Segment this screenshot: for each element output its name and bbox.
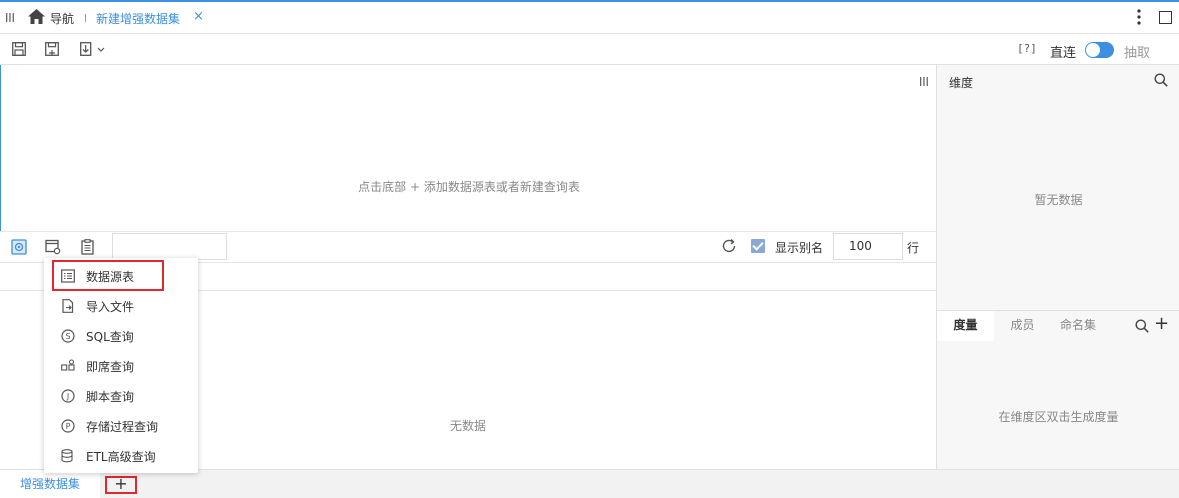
table-settings-icon[interactable]	[45, 239, 61, 255]
add-measure-icon[interactable]: +	[1154, 315, 1169, 333]
tab-member[interactable]: 成员	[994, 311, 1051, 341]
table-list-icon	[61, 269, 75, 283]
tab-separator	[85, 14, 86, 22]
adhoc-query-icon	[61, 359, 75, 371]
stored-procedure-icon: P	[61, 419, 75, 433]
add-table-button[interactable]: +	[105, 476, 137, 494]
design-canvas[interactable]: 点击底部 + 添加数据源表或者新建查询表	[0, 65, 936, 231]
bottom-bar: 增强数据集 +	[0, 469, 1179, 498]
tab-new-dataset[interactable]: 新建增强数据集	[96, 10, 180, 27]
help-button[interactable]: [?]	[1017, 42, 1037, 55]
nav-tab-label[interactable]: 导航	[50, 10, 74, 27]
bottom-tab-dataset[interactable]: 增强数据集	[0, 470, 100, 498]
mode-toggle[interactable]	[1085, 42, 1114, 58]
measure-search-icon[interactable]	[1135, 319, 1149, 333]
maximize-icon[interactable]	[1159, 11, 1172, 24]
menu-item-label: 导入文件	[86, 300, 135, 314]
menu-item-stored-procedure-query[interactable]: P 存储过程查询	[44, 411, 198, 441]
collapse-right-panel-icon[interactable]	[920, 77, 928, 86]
show-alias-checkbox[interactable]	[751, 239, 765, 253]
menu-item-label: 脚本查询	[86, 390, 135, 404]
direct-mode-label: 直连	[1050, 46, 1077, 61]
svg-text:P: P	[66, 422, 71, 431]
menu-item-etl-query[interactable]: ETL高级查询	[44, 441, 198, 471]
sql-query-icon: S	[61, 329, 75, 343]
top-tab-bar: 导航 新建增强数据集 ×	[0, 2, 1179, 34]
dimension-empty-text: 暂无数据	[1034, 193, 1083, 207]
menu-item-label: 存储过程查询	[86, 420, 159, 434]
more-vertical-icon[interactable]	[1137, 9, 1141, 25]
rows-unit-label: 行	[907, 241, 920, 255]
menu-item-adhoc-query[interactable]: 即席查询	[44, 351, 198, 381]
etl-query-icon	[61, 449, 73, 463]
close-tab-icon[interactable]: ×	[193, 10, 204, 23]
menu-item-label: 即席查询	[86, 360, 135, 374]
clipboard-icon[interactable]	[80, 239, 96, 255]
canvas-hint: 点击底部 + 添加数据源表或者新建查询表	[358, 180, 580, 194]
menu-item-label: SQL查询	[86, 330, 134, 344]
menu-item-sql-query[interactable]: S SQL查询	[44, 321, 198, 351]
script-query-icon: J	[61, 389, 75, 403]
export-dropdown-icon[interactable]	[80, 42, 106, 56]
menu-item-label: ETL高级查询	[86, 450, 156, 464]
save-as-icon[interactable]	[45, 42, 59, 56]
menu-item-script-query[interactable]: J 脚本查询	[44, 381, 198, 411]
svg-text:J: J	[66, 392, 69, 401]
tab-named-set[interactable]: 命名集	[1051, 311, 1105, 341]
right-pane: 维度 暂无数据 度量 成员 命名集 + 在维度区双击生成度量	[936, 65, 1179, 469]
extract-mode-label: 抽取	[1124, 46, 1151, 61]
rows-count-input[interactable]: 100	[833, 233, 903, 260]
measure-empty-text: 在维度区双击生成度量	[998, 410, 1119, 424]
import-file-icon	[62, 299, 74, 313]
main-toolbar: [?] 直连 抽取	[0, 34, 1179, 65]
svg-text:S: S	[65, 332, 70, 341]
menu-item-import-file[interactable]: 导入文件	[44, 291, 198, 321]
toggle-knob	[1086, 43, 1100, 57]
save-icon[interactable]	[12, 42, 26, 56]
menu-item-data-source-table[interactable]: 数据源表	[44, 261, 198, 291]
dimension-title: 维度	[949, 76, 974, 90]
data-preview-icon[interactable]	[11, 239, 27, 255]
home-icon[interactable]	[28, 9, 45, 24]
collapse-panel-icon[interactable]	[6, 13, 14, 22]
tab-measure[interactable]: 度量	[937, 311, 994, 341]
app-window: 导航 新建增强数据集 × [?] 直连 抽取 点击底部 + 添加数据源表或者新建…	[0, 0, 1179, 498]
preview-search-input[interactable]	[112, 233, 227, 260]
menu-item-label: 数据源表	[86, 270, 135, 284]
refresh-icon[interactable]	[721, 238, 737, 254]
add-table-menu: 数据源表 导入文件 S SQL查询 即席查询 J 脚本查询 P 存储过程查询 E…	[44, 258, 198, 473]
search-icon[interactable]	[1154, 73, 1168, 87]
show-alias-label: 显示别名	[775, 241, 824, 255]
